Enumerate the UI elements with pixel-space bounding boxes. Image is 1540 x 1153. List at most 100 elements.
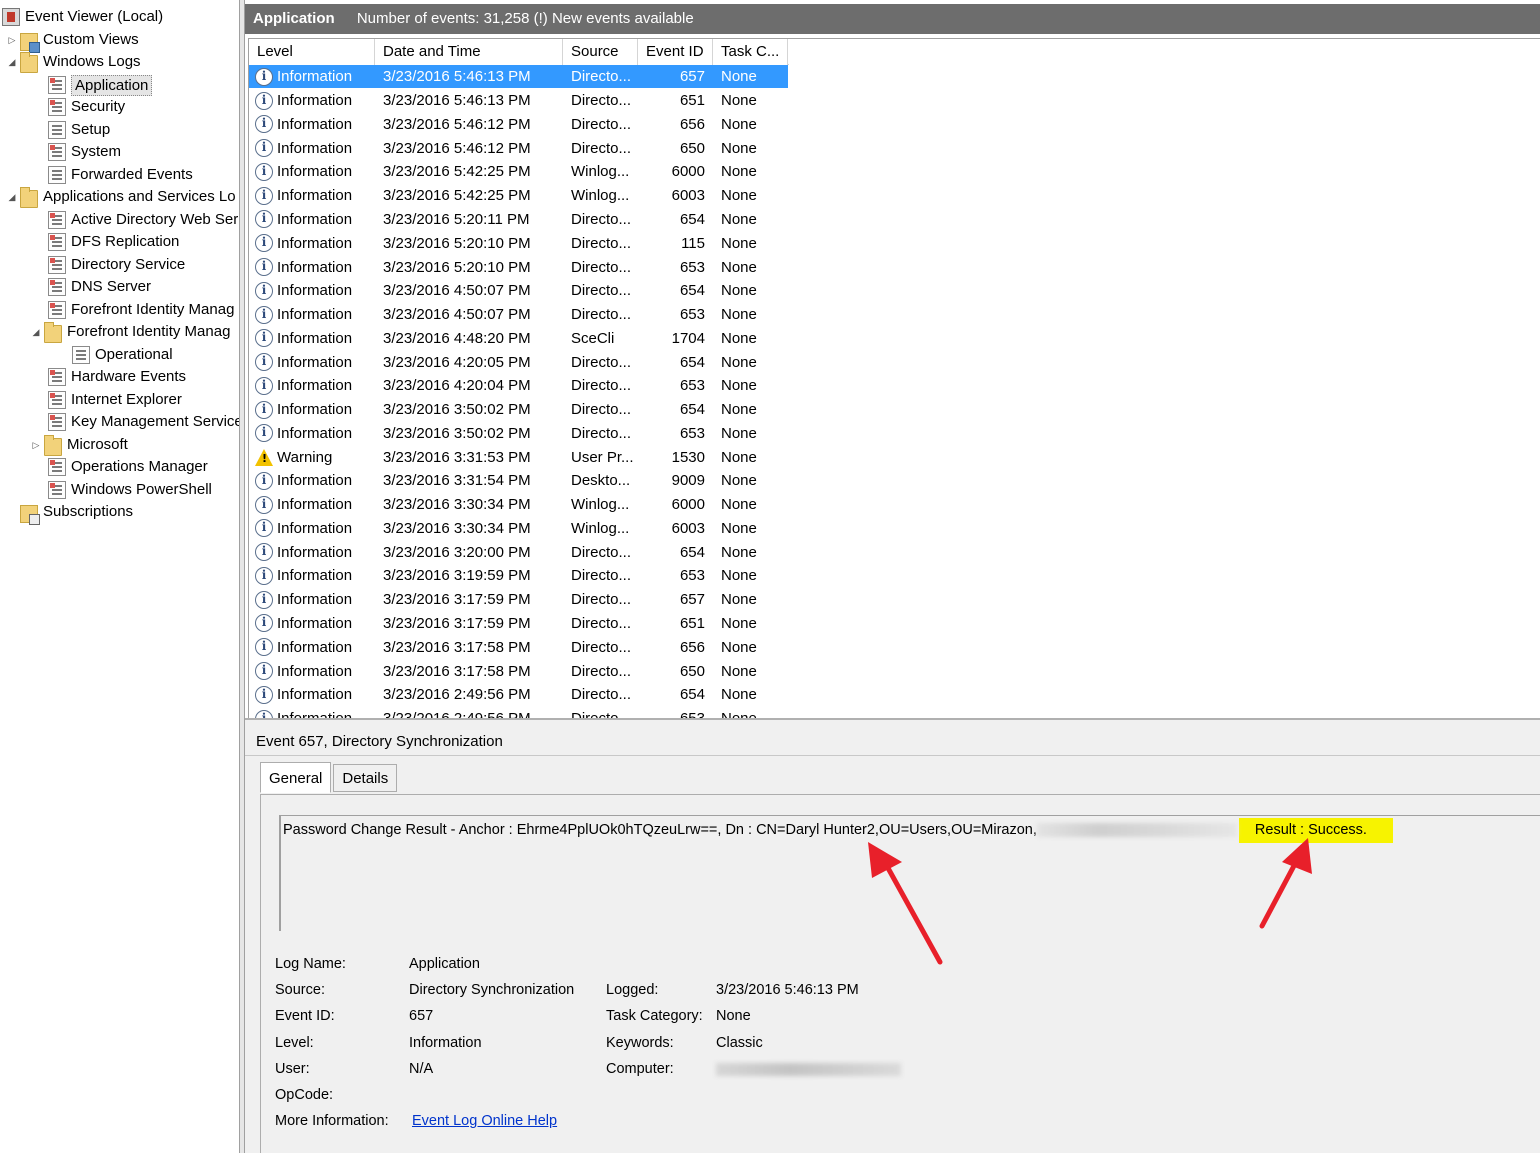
collapse-icon[interactable]: ◢	[6, 186, 18, 208]
tree-item-windows-logs[interactable]: ◢ Windows Logs	[6, 51, 141, 73]
tree-item-dns-server[interactable]: DNS Server	[48, 276, 151, 298]
cell-date: 3/23/2016 3:31:53 PM	[383, 448, 531, 466]
cell-level: iInformation	[249, 303, 375, 326]
information-icon: i	[255, 400, 273, 419]
cell-source: Directo...	[571, 567, 632, 585]
table-row[interactable]: i Information 3/23/2016 3:30:34 PM Winlog..…	[249, 493, 1540, 517]
cell-source: Deskto...	[571, 472, 631, 490]
folder-icon	[20, 51, 38, 73]
tree-item-internet-explorer[interactable]: Internet Explorer	[48, 389, 182, 411]
label-log-name: Log Name:	[275, 956, 346, 972]
tree-item-setup[interactable]: Setup	[48, 119, 110, 141]
cell-date: 3/23/2016 3:17:58 PM	[383, 662, 531, 680]
tree-item-event-viewer[interactable]: Event Viewer (Local)	[2, 6, 163, 28]
tree-item-operations-manager[interactable]: Operations Manager	[48, 456, 208, 478]
column-header-event-id[interactable]: Event ID	[638, 39, 713, 65]
tree-item-system[interactable]: System	[48, 141, 121, 163]
table-row[interactable]: i Information 3/23/2016 3:17:58 PM Directo.…	[249, 659, 1540, 683]
tree-item-key-management[interactable]: Key Management Service	[48, 411, 241, 433]
table-row[interactable]: i Information 3/23/2016 3:17:59 PM Directo.…	[249, 588, 1540, 612]
table-row[interactable]: i Information 3/23/2016 5:20:10 PM Directo.…	[249, 231, 1540, 255]
collapse-icon[interactable]: ◢	[30, 321, 42, 343]
table-row[interactable]: i Information 3/23/2016 3:31:54 PM Deskto..…	[249, 469, 1540, 493]
table-row[interactable]: i Information 3/23/2016 4:50:07 PM Directo.…	[249, 303, 1540, 327]
table-row[interactable]: i Information 3/23/2016 4:50:07 PM Directo.…	[249, 279, 1540, 303]
tree-item-ad-web-services[interactable]: Active Directory Web Ser	[48, 209, 238, 231]
tree-item-dfs-replication[interactable]: DFS Replication	[48, 231, 179, 253]
table-row[interactable]: Warning 3/23/2016 3:31:53 PM User Pr... 153…	[249, 445, 1540, 469]
value-log-name: Application	[409, 956, 480, 972]
table-row[interactable]: i Information 3/23/2016 3:30:34 PM Winlog..…	[249, 517, 1540, 541]
tree-item-fim-folder[interactable]: ◢ Forefront Identity Manag	[30, 321, 230, 343]
cell-date: 3/23/2016 4:20:05 PM	[383, 353, 531, 371]
cell-task: None	[721, 282, 757, 300]
label-task-category: Task Category:	[606, 1008, 703, 1024]
cell-event-id: 6003	[671, 519, 705, 537]
cell-event-id: 657	[638, 65, 713, 89]
tree-item-forwarded-events[interactable]: Forwarded Events	[48, 164, 193, 186]
table-row[interactable]: i Information 3/23/2016 5:46:13 PM Directo.…	[249, 65, 1540, 89]
table-row[interactable]: i Information 3/23/2016 3:50:02 PM Directo.…	[249, 398, 1540, 422]
event-log-icon	[48, 211, 66, 229]
tree-item-application[interactable]: Application	[48, 74, 153, 96]
cell-task: None	[721, 496, 757, 514]
table-row[interactable]: i Information 3/23/2016 4:48:20 PM SceCli 17…	[249, 326, 1540, 350]
level-text: Information	[277, 496, 353, 514]
tree-item-security[interactable]: Security	[48, 96, 125, 118]
tree-item-microsoft[interactable]: ▷ Microsoft	[30, 434, 128, 456]
tab-details[interactable]: Details	[333, 764, 398, 792]
value-source: Directory Synchronization	[409, 982, 575, 998]
tree-item-subscriptions[interactable]: Subscriptions	[20, 501, 133, 525]
cell-level: iInformation	[249, 256, 375, 279]
tree-item-apps-services[interactable]: ◢ Applications and Services Lo	[6, 186, 236, 208]
expand-icon[interactable]: ▷	[30, 434, 42, 456]
table-row[interactable]: i Information 3/23/2016 3:19:59 PM Directo.…	[249, 564, 1540, 588]
tree-item-directory-service[interactable]: Directory Service	[48, 254, 185, 276]
table-row[interactable]: i Information 3/23/2016 5:42:25 PM Winlog..…	[249, 160, 1540, 184]
table-row[interactable]: iInformation3/23/2016 2:49:56 PMDirecto.…	[249, 707, 1540, 718]
table-row[interactable]: i Information 3/23/2016 5:46:12 PM Directo.…	[249, 136, 1540, 160]
table-row[interactable]: i Information 3/23/2016 5:42:25 PM Winlog..…	[249, 184, 1540, 208]
event-log-help-link[interactable]: Event Log Online Help	[412, 1110, 557, 1132]
table-row[interactable]: i Information 3/23/2016 5:20:10 PM Directo.…	[249, 255, 1540, 279]
cell-event-id: 657	[679, 591, 705, 609]
cell-source: Directo...	[571, 591, 632, 609]
column-header-date[interactable]: Date and Time	[375, 39, 563, 65]
table-row[interactable]: iInformation3/23/2016 2:49:56 PMDirecto.…	[249, 683, 1540, 707]
table-row[interactable]: i Information 3/23/2016 3:17:59 PM Directo.…	[249, 612, 1540, 636]
table-row[interactable]: i Information 3/23/2016 4:20:05 PM Directo.…	[249, 350, 1540, 374]
cell-task: None	[721, 210, 757, 228]
cell-date: 3/23/2016 3:17:59 PM	[383, 614, 531, 632]
event-message-box[interactable]: Password Change Result - Anchor : Ehrme4…	[279, 815, 1540, 931]
tree-item-windows-powershell[interactable]: Windows PowerShell	[48, 479, 212, 501]
expand-icon[interactable]: ▷	[6, 29, 18, 51]
table-row[interactable]: i Information 3/23/2016 5:20:11 PM Directo.…	[249, 208, 1540, 232]
collapse-icon[interactable]: ◢	[6, 51, 18, 73]
tree-item-hardware-events[interactable]: Hardware Events	[48, 366, 186, 388]
tab-general[interactable]: General	[260, 762, 332, 793]
tree-item-operational[interactable]: Operational	[72, 344, 173, 366]
column-header-level[interactable]: Level	[249, 39, 375, 65]
table-row[interactable]: i Information 3/23/2016 5:46:12 PM Directo.…	[249, 113, 1540, 137]
table-row[interactable]: i Information 3/23/2016 3:20:00 PM Directo.…	[249, 540, 1540, 564]
information-icon: i	[255, 662, 273, 681]
tree-item-custom-views[interactable]: ▷ Custom Views	[6, 29, 139, 53]
table-row[interactable]: i Information 3/23/2016 3:50:02 PM Directo.…	[249, 421, 1540, 445]
table-row[interactable]: i Information 3/23/2016 4:20:04 PM Directo.…	[249, 374, 1540, 398]
event-log-icon	[48, 458, 66, 476]
cell-event-id: 1530	[671, 448, 705, 466]
cell-source: Winlog...	[571, 496, 630, 514]
event-log-icon	[48, 233, 66, 251]
information-icon: i	[255, 162, 273, 181]
column-header-task[interactable]: Task C...	[713, 39, 788, 65]
cell-task: None	[713, 65, 788, 89]
level-text: Information	[277, 614, 353, 632]
table-row[interactable]: i Information 3/23/2016 5:46:13 PM Directo.…	[249, 89, 1540, 113]
tree-item-fim-log[interactable]: Forefront Identity Manag	[48, 299, 234, 321]
level-text: Information	[277, 68, 353, 86]
table-row[interactable]: i Information 3/23/2016 3:17:58 PM Directo.…	[249, 635, 1540, 659]
cell-date: 3/23/2016 4:20:04 PM	[383, 377, 531, 395]
column-header-source[interactable]: Source	[563, 39, 638, 65]
event-log-icon	[48, 143, 66, 161]
cell-event-id: 654	[679, 353, 705, 371]
